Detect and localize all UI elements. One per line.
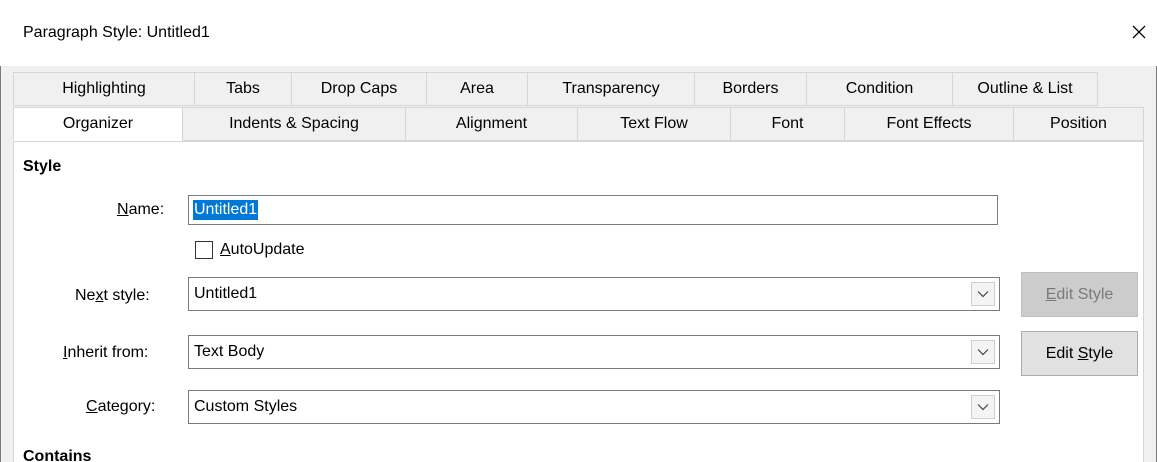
name-input-value: Untitled1 [193, 200, 259, 220]
tab-area[interactable]: Area [427, 72, 528, 106]
inherit-from-dropdown-button[interactable] [971, 340, 995, 364]
chevron-down-icon [977, 404, 989, 411]
edit-style-button-inherit[interactable]: Edit Style [1021, 331, 1138, 376]
next-style-dropdown-button[interactable] [971, 282, 995, 306]
style-section-heading: Style [23, 158, 62, 175]
tab-organizer[interactable]: Organizer [13, 107, 183, 141]
tab-drop-caps[interactable]: Drop Caps [292, 72, 427, 106]
autoupdate-checkbox[interactable] [195, 241, 213, 259]
name-label: Name: [117, 201, 164, 219]
tab-outline-list[interactable]: Outline & List [953, 72, 1098, 106]
tab-indents-spacing[interactable]: Indents & Spacing [183, 107, 406, 141]
next-style-label-pre: Ne [75, 287, 96, 304]
category-dropdown-button[interactable] [971, 395, 995, 419]
tab-position[interactable]: Position [1014, 107, 1144, 141]
title-bar: Paragraph Style: Untitled1 [0, 0, 1157, 66]
edit-style-button-next[interactable]: Edit Style [1021, 272, 1138, 317]
tab-condition[interactable]: Condition [807, 72, 953, 106]
close-button[interactable] [1121, 16, 1157, 48]
category-label: Category: [86, 398, 155, 416]
category-value: Custom Styles [194, 398, 298, 415]
name-input[interactable]: Untitled1 [188, 195, 998, 225]
chevron-down-icon [977, 291, 989, 298]
category-select[interactable]: Custom Styles [188, 390, 1000, 424]
tab-row-top: Highlighting Tabs Drop Caps Area Transpa… [13, 72, 1098, 106]
window-title: Paragraph Style: Untitled1 [23, 24, 210, 41]
edit-style-inherit-mnemonic: S [1077, 344, 1089, 362]
inherit-from-label: Inherit from: [63, 344, 148, 362]
next-style-value: Untitled1 [194, 285, 258, 302]
tab-tabs[interactable]: Tabs [195, 72, 292, 106]
next-style-select[interactable]: Untitled1 [188, 277, 1000, 311]
edit-style-inherit-post: tyle [1088, 344, 1114, 362]
edit-style-next-text: dit Style [1056, 285, 1114, 303]
tab-row-bottom: Organizer Indents & Spacing Alignment Te… [13, 107, 1144, 141]
close-icon [1132, 25, 1146, 39]
inherit-from-value: Text Body [194, 343, 265, 360]
category-mnemonic: C [86, 398, 98, 415]
tab-borders[interactable]: Borders [695, 72, 807, 106]
name-label-text: ame: [128, 201, 165, 218]
edit-style-next-mnemonic: E [1045, 285, 1057, 303]
inherit-label-text: nherit from: [67, 344, 149, 361]
tab-alignment[interactable]: Alignment [406, 107, 578, 141]
tab-text-flow[interactable]: Text Flow [578, 107, 731, 141]
tab-font[interactable]: Font [731, 107, 845, 141]
tab-font-effects[interactable]: Font Effects [845, 107, 1014, 141]
category-label-text: ategory: [97, 398, 156, 415]
tab-highlighting[interactable]: Highlighting [13, 72, 195, 106]
edit-style-inherit-pre: Edit [1045, 344, 1078, 362]
contains-section-heading: Contains [23, 448, 92, 462]
tab-transparency[interactable]: Transparency [528, 72, 695, 106]
chevron-down-icon [977, 349, 989, 356]
autoupdate-label[interactable]: AutoUpdate [220, 241, 305, 259]
autoupdate-text: utoUpdate [230, 241, 305, 258]
next-style-label: Next style: [75, 287, 150, 305]
autoupdate-mnemonic: A [220, 241, 231, 258]
inherit-from-select[interactable]: Text Body [188, 335, 1000, 369]
name-label-mnemonic: N [117, 201, 129, 218]
next-style-label-post: t style: [103, 287, 150, 304]
